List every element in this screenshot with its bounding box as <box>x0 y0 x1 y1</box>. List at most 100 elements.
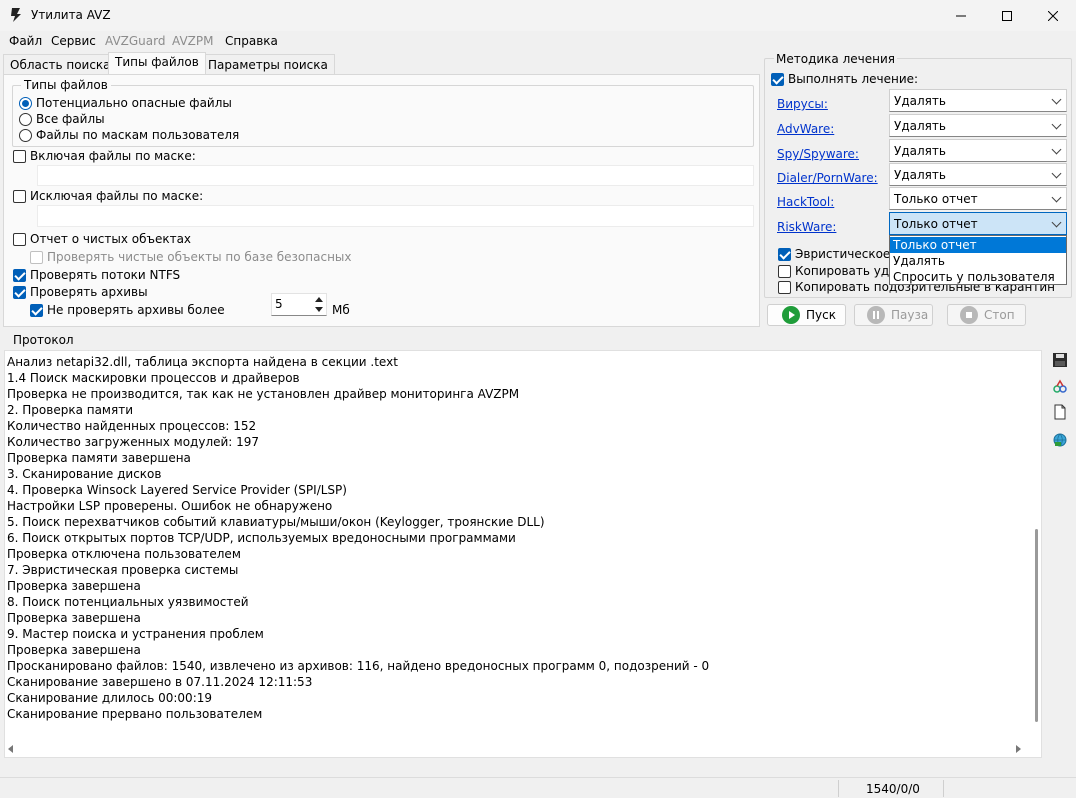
copy-deleted-checkbox[interactable]: Копировать уда <box>778 264 897 278</box>
minimize-icon <box>956 15 966 16</box>
radio-user-masks[interactable]: Файлы по маскам пользователя <box>19 128 239 142</box>
log-line: Анализ netapi32.dll, таблица экспорта на… <box>7 355 398 369</box>
log-line: Просканировано файлов: 1540, извлечено и… <box>7 659 710 673</box>
document-button[interactable] <box>1050 402 1070 422</box>
treatment-title: Методика лечения <box>774 52 897 66</box>
archive-size-stepper[interactable]: 5 <box>271 293 327 316</box>
tab-search-params[interactable]: Параметры поиска <box>201 54 335 74</box>
dropdown-option-ask-user[interactable]: Спросить у пользователя <box>890 269 1066 285</box>
checkbox-label: Не проверять архивы более <box>47 303 225 317</box>
spyware-combo[interactable]: Удалять <box>889 139 1067 162</box>
checkbox-indicator <box>30 250 43 264</box>
minimize-button[interactable] <box>938 0 984 31</box>
tool-icon <box>1053 379 1067 393</box>
skip-archives-checkbox[interactable]: Не проверять архивы более <box>30 303 225 317</box>
riskware-combo[interactable]: Только отчет <box>889 212 1067 235</box>
check-clean-safe-checkbox[interactable]: Проверять чистые объекты по базе безопас… <box>30 250 352 264</box>
include-mask-checkbox[interactable]: Включая файлы по маске: <box>13 149 196 163</box>
hacktool-combo[interactable]: Только отчет <box>889 187 1067 210</box>
checkbox-indicator <box>778 247 791 261</box>
combo-value: Удалять <box>894 144 946 158</box>
stop-button[interactable]: Стоп <box>947 304 1026 326</box>
log-line: Проверка завершена <box>7 643 141 657</box>
check-ntfs-checkbox[interactable]: Проверять потоки NTFS <box>13 268 180 282</box>
checkbox-label: Включая файлы по маске: <box>30 149 196 163</box>
dropdown-option-delete[interactable]: Удалять <box>890 253 1066 269</box>
button-label: Пауза <box>891 308 929 322</box>
link-viruses[interactable]: Вирусы: <box>777 97 828 111</box>
radio-indicator <box>19 112 32 126</box>
log-line: Проверка не производится, так как не уст… <box>7 387 520 401</box>
link-spyware[interactable]: Spy/Spyware: <box>777 147 859 161</box>
menu-help[interactable]: Справка <box>225 34 278 48</box>
radio-indicator <box>19 96 32 110</box>
title-bar: Утилита AVZ <box>0 0 1076 31</box>
tab-file-types[interactable]: Типы файлов <box>108 52 206 74</box>
chevron-down-icon <box>1051 217 1062 228</box>
combo-value: Только отчет <box>894 217 978 231</box>
viruses-combo[interactable]: Удалять <box>889 89 1067 112</box>
tool-button[interactable] <box>1050 376 1070 396</box>
dialer-combo[interactable]: Удалять <box>889 163 1067 186</box>
link-hacktool[interactable]: HackTool: <box>777 195 834 209</box>
start-button[interactable]: Пуск <box>767 304 846 326</box>
log-line: 9. Мастер поиска и устранения проблем <box>7 627 264 641</box>
checkbox-label: Выполнять лечение: <box>788 72 919 86</box>
log-line: Проверка завершена <box>7 611 141 625</box>
dropdown-option-report-only[interactable]: Только отчет <box>890 237 1066 253</box>
log-line: 2. Проверка памяти <box>7 403 133 417</box>
protocol-log[interactable]: Анализ netapi32.dll, таблица экспорта на… <box>4 350 1042 758</box>
document-icon <box>1054 404 1066 420</box>
chevron-down-icon <box>1051 94 1062 105</box>
close-button[interactable] <box>1030 0 1076 31</box>
maximize-icon <box>1002 10 1012 21</box>
radio-all-files[interactable]: Все файлы <box>19 112 105 126</box>
menu-avzguard[interactable]: AVZGuard <box>105 34 165 48</box>
save-log-button[interactable] <box>1050 350 1070 370</box>
log-line: Количество найденных процессов: 152 <box>7 419 257 433</box>
link-dialer-pornware[interactable]: Dialer/PornWare: <box>777 171 878 185</box>
link-advware[interactable]: AdvWare: <box>777 122 834 136</box>
close-icon <box>1048 10 1058 21</box>
clean-report-checkbox[interactable]: Отчет о чистых объектах <box>13 232 191 246</box>
heuristic-checkbox[interactable]: Эвристическое у <box>778 247 901 261</box>
menu-avzpm[interactable]: AVZPM <box>172 34 213 48</box>
log-line: Настройки LSP проверены. Ошибок не обнар… <box>7 499 333 513</box>
menu-file[interactable]: Файл <box>9 34 42 48</box>
checkbox-indicator <box>13 189 26 203</box>
scroll-right-icon[interactable] <box>1016 745 1021 753</box>
link-riskware[interactable]: RiskWare: <box>777 220 836 234</box>
window-title: Утилита AVZ <box>31 8 111 22</box>
exclude-mask-input[interactable] <box>37 205 754 227</box>
checkbox-indicator <box>771 72 784 86</box>
log-line: Проверка завершена <box>7 579 141 593</box>
protocol-title: Протокол <box>13 333 74 347</box>
chevron-up-icon[interactable] <box>315 297 323 302</box>
checkbox-label: Исключая файлы по маске: <box>30 189 204 203</box>
chevron-down-icon <box>1051 168 1062 179</box>
tab-search-area[interactable]: Область поиска <box>3 54 118 74</box>
exclude-mask-checkbox[interactable]: Исключая файлы по маске: <box>13 189 203 203</box>
checkbox-indicator <box>13 232 26 246</box>
checkbox-label: Эвристическое у <box>795 247 902 261</box>
riskware-dropdown-list: Только отчет Удалять Спросить у пользова… <box>889 235 1067 285</box>
network-button[interactable] <box>1050 430 1070 450</box>
include-mask-input[interactable] <box>37 165 754 186</box>
vertical-scrollbar[interactable] <box>1035 529 1038 722</box>
chevron-down-icon <box>1051 119 1062 130</box>
scroll-left-icon[interactable] <box>8 745 13 753</box>
avz-app-icon <box>11 8 21 22</box>
chevron-down-icon[interactable] <box>315 307 323 312</box>
checkbox-indicator <box>30 303 43 317</box>
log-line: 6. Поиск открытых портов TCP/UDP, исполь… <box>7 531 516 545</box>
menu-service[interactable]: Сервис <box>51 34 96 48</box>
play-icon <box>782 306 800 324</box>
maximize-button[interactable] <box>984 0 1030 31</box>
checkbox-indicator <box>13 268 26 282</box>
save-icon <box>1053 353 1067 367</box>
perform-treatment-checkbox[interactable]: Выполнять лечение: <box>771 72 918 86</box>
advware-combo[interactable]: Удалять <box>889 114 1067 137</box>
radio-dangerous-files[interactable]: Потенциально опасные файлы <box>19 96 232 110</box>
pause-button[interactable]: Пауза <box>854 304 933 326</box>
check-archives-checkbox[interactable]: Проверять архивы <box>13 285 148 299</box>
